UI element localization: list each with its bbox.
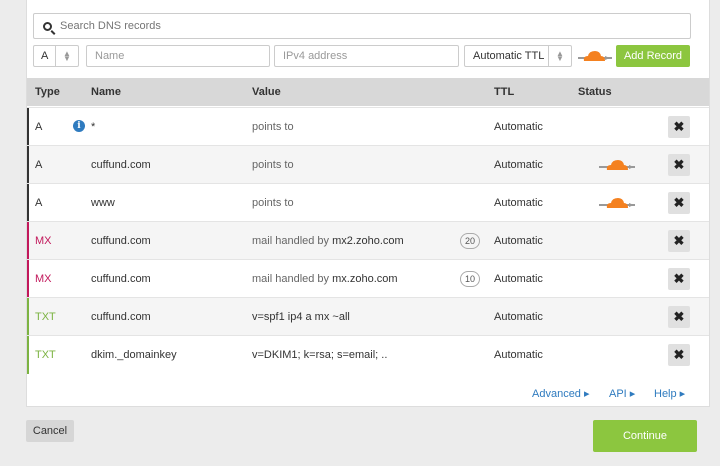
add-record-button[interactable]: Add Record	[616, 45, 690, 67]
ipv4-placeholder: IPv4 address	[283, 50, 348, 62]
record-value-prefix: mail handled by	[252, 235, 330, 247]
record-name[interactable]: cuffund.com	[91, 311, 151, 323]
proxy-toggle-cloud-icon[interactable]	[578, 48, 612, 64]
record-type-bar	[27, 336, 29, 374]
delete-record-button[interactable]: ✖	[668, 344, 690, 366]
record-type-bar	[27, 260, 29, 298]
record-ttl[interactable]: Automatic	[494, 121, 543, 133]
record-type-bar	[27, 298, 29, 336]
dns-record-row[interactable]: Acuffund.com points to Automatic ✖	[27, 145, 709, 184]
record-value[interactable]: v=DKIM1; k=rsa; s=email; ..	[252, 349, 387, 361]
record-type-bar	[27, 108, 29, 146]
record-value-main: mx.zoho.com	[332, 273, 398, 285]
record-name[interactable]: dkim._domainkey	[91, 349, 177, 361]
record-type-bar	[27, 146, 29, 184]
record-type-bar	[27, 184, 29, 222]
dns-record-row[interactable]: Ai * points to Automatic ✖	[27, 107, 709, 146]
record-ttl[interactable]: Automatic	[494, 349, 543, 361]
record-ttl[interactable]: Automatic	[494, 197, 543, 209]
record-name[interactable]: cuffund.com	[91, 159, 151, 171]
record-value[interactable]: points to	[252, 121, 294, 133]
advanced-link[interactable]: Advanced ▸	[532, 387, 590, 400]
select-arrows-icon: ▲ ▼	[55, 46, 78, 66]
search-bar[interactable]	[33, 13, 691, 39]
search-input[interactable]	[58, 19, 662, 33]
record-type: TXT	[35, 311, 56, 323]
name-placeholder: Name	[95, 50, 125, 62]
record-value[interactable]: mail handled by mx2.zoho.com	[252, 235, 404, 247]
record-name[interactable]: *	[91, 121, 95, 133]
record-name[interactable]: cuffund.com	[91, 273, 151, 285]
record-value-prefix: points to	[252, 121, 294, 133]
record-value[interactable]: mail handled by mx.zoho.com	[252, 273, 398, 285]
dns-record-row[interactable]: MX cuffund.com mail handled by mx.zoho.com…	[27, 259, 709, 298]
header-type: Type	[35, 86, 60, 98]
continue-button[interactable]: Continue	[593, 420, 697, 452]
header-name: Name	[91, 86, 121, 98]
dns-record-row[interactable]: MX cuffund.com mail handled by mx2.zoho.co…	[27, 221, 709, 260]
priority-badge: 20	[460, 233, 480, 249]
record-name[interactable]: cuffund.com	[91, 235, 151, 247]
record-value-main: v=spf1 ip4 a mx ~all	[252, 311, 350, 323]
info-icon[interactable]: i	[73, 120, 85, 132]
cancel-button[interactable]: Cancel	[26, 420, 74, 442]
ttl-value: Automatic TTL	[473, 50, 545, 62]
record-value[interactable]: points to	[252, 159, 294, 171]
delete-record-button[interactable]: ✖	[668, 192, 690, 214]
record-type: TXT	[35, 349, 56, 361]
delete-record-button[interactable]: ✖	[668, 268, 690, 290]
delete-record-button[interactable]: ✖	[668, 230, 690, 252]
delete-record-button[interactable]: ✖	[668, 116, 690, 138]
dns-record-row[interactable]: Awww points to Automatic ✖	[27, 183, 709, 222]
delete-record-button[interactable]: ✖	[668, 154, 690, 176]
header-ttl: TTL	[494, 86, 515, 98]
record-type: A	[35, 121, 43, 133]
record-type-bar	[27, 222, 29, 260]
dns-record-row[interactable]: TXT cuffund.com v=spf1 ip4 a mx ~all Autom…	[27, 297, 709, 336]
record-value[interactable]: v=spf1 ip4 a mx ~all	[252, 311, 350, 323]
record-value-prefix: points to	[252, 197, 294, 209]
record-type: A	[35, 197, 43, 209]
select-arrows-icon: ▲ ▼	[548, 46, 571, 66]
record-ttl[interactable]: Automatic	[494, 311, 543, 323]
record-ttl[interactable]: Automatic	[494, 159, 543, 171]
delete-record-button[interactable]: ✖	[668, 306, 690, 328]
record-value-prefix: points to	[252, 159, 294, 171]
help-link[interactable]: Help ▸	[654, 387, 685, 400]
search-icon	[43, 21, 52, 31]
header-status: Status	[578, 86, 612, 98]
record-name[interactable]: www	[91, 197, 115, 209]
record-type: A	[35, 159, 43, 171]
ttl-select[interactable]: Automatic TTL ▲ ▼	[464, 45, 572, 67]
record-ttl[interactable]: Automatic	[494, 235, 543, 247]
header-value: Value	[252, 86, 281, 98]
dns-record-row[interactable]: TXT dkim._domainkey v=DKIM1; k=rsa; s=ema…	[27, 335, 709, 374]
name-input[interactable]: Name	[86, 45, 270, 67]
record-value[interactable]: points to	[252, 197, 294, 209]
ipv4-input[interactable]: IPv4 address	[274, 45, 459, 67]
record-ttl[interactable]: Automatic	[494, 273, 543, 285]
table-header: Type Name Value TTL Status	[27, 78, 709, 106]
record-value-main: v=DKIM1; k=rsa; s=email; ..	[252, 349, 388, 361]
proxied-cloud-icon[interactable]	[599, 195, 635, 211]
proxied-cloud-icon[interactable]	[599, 157, 635, 173]
record-type: MX	[35, 273, 52, 285]
api-link[interactable]: API ▸	[609, 387, 635, 400]
record-value-main: mx2.zoho.com	[332, 235, 404, 247]
priority-badge: 10	[460, 271, 480, 287]
record-type-select[interactable]: A ▲ ▼	[33, 45, 79, 67]
dns-panel: A ▲▼ Name IPv4 address Automatic TTL ▲▼ …	[26, 0, 710, 407]
record-type-value: A	[41, 50, 49, 62]
record-value-prefix: mail handled by	[252, 273, 330, 285]
record-type: MX	[35, 235, 52, 247]
